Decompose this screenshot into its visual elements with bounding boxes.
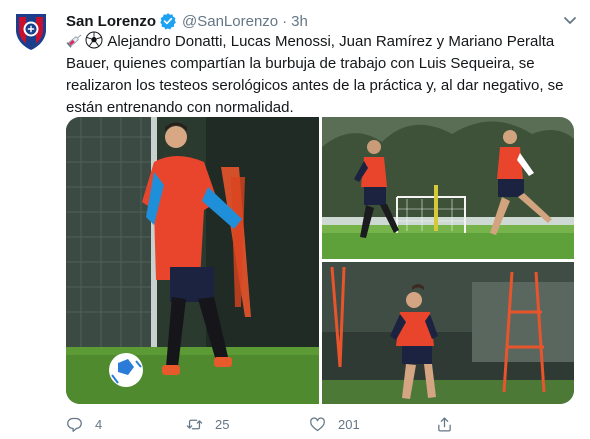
like-button[interactable]: 201 — [309, 413, 360, 435]
reply-icon — [66, 416, 83, 433]
verified-badge-icon — [159, 12, 177, 30]
like-count: 201 — [338, 416, 360, 432]
soccer-ball-icon — [85, 31, 103, 49]
club-crest-icon — [16, 14, 46, 50]
tweet-text-line-4: están entrenando con normalidad. — [66, 99, 294, 116]
heart-icon — [309, 416, 326, 433]
retweet-count: 25 — [215, 416, 230, 432]
retweet-icon — [186, 416, 203, 433]
tweet-text-line-3: realizaron los testeos serológicos antes… — [66, 77, 564, 94]
syringe-icon — [66, 31, 84, 49]
avatar[interactable] — [10, 10, 52, 52]
tweet-header: San Lorenzo @SanLorenzo · 3h — [66, 11, 308, 31]
photo-player-with-ball[interactable] — [66, 117, 319, 404]
tweet-actions: 4 25 201 — [66, 413, 576, 435]
photo-player-by-mannequins[interactable] — [322, 262, 574, 404]
separator-dot: · — [282, 12, 288, 30]
share-icon — [436, 416, 453, 433]
media-grid — [66, 117, 574, 404]
share-button[interactable] — [436, 413, 453, 435]
author-handle[interactable]: @SanLorenzo — [182, 13, 278, 30]
tweet-text-segment: Alejandro Donatti, Lucas Menossi, Juan R… — [107, 33, 555, 50]
tweet[interactable]: San Lorenzo @SanLorenzo · 3h Alejandro D… — [0, 0, 590, 439]
reply-count: 4 — [95, 416, 103, 432]
tweet-text-line-1: Alejandro Donatti, Lucas Menossi, Juan R… — [66, 31, 576, 53]
photo-two-players-running[interactable] — [322, 117, 574, 259]
more-options-chevron-icon[interactable] — [560, 10, 580, 30]
tweet-text: Alejandro Donatti, Lucas Menossi, Juan R… — [66, 31, 576, 119]
author-name[interactable]: San Lorenzo — [66, 13, 156, 30]
retweet-button[interactable]: 25 — [186, 413, 229, 435]
reply-button[interactable]: 4 — [66, 413, 102, 435]
tweet-text-line-2: Bauer, quienes compartían la burbuja de … — [66, 55, 535, 72]
tweet-timestamp[interactable]: 3h — [291, 13, 308, 30]
